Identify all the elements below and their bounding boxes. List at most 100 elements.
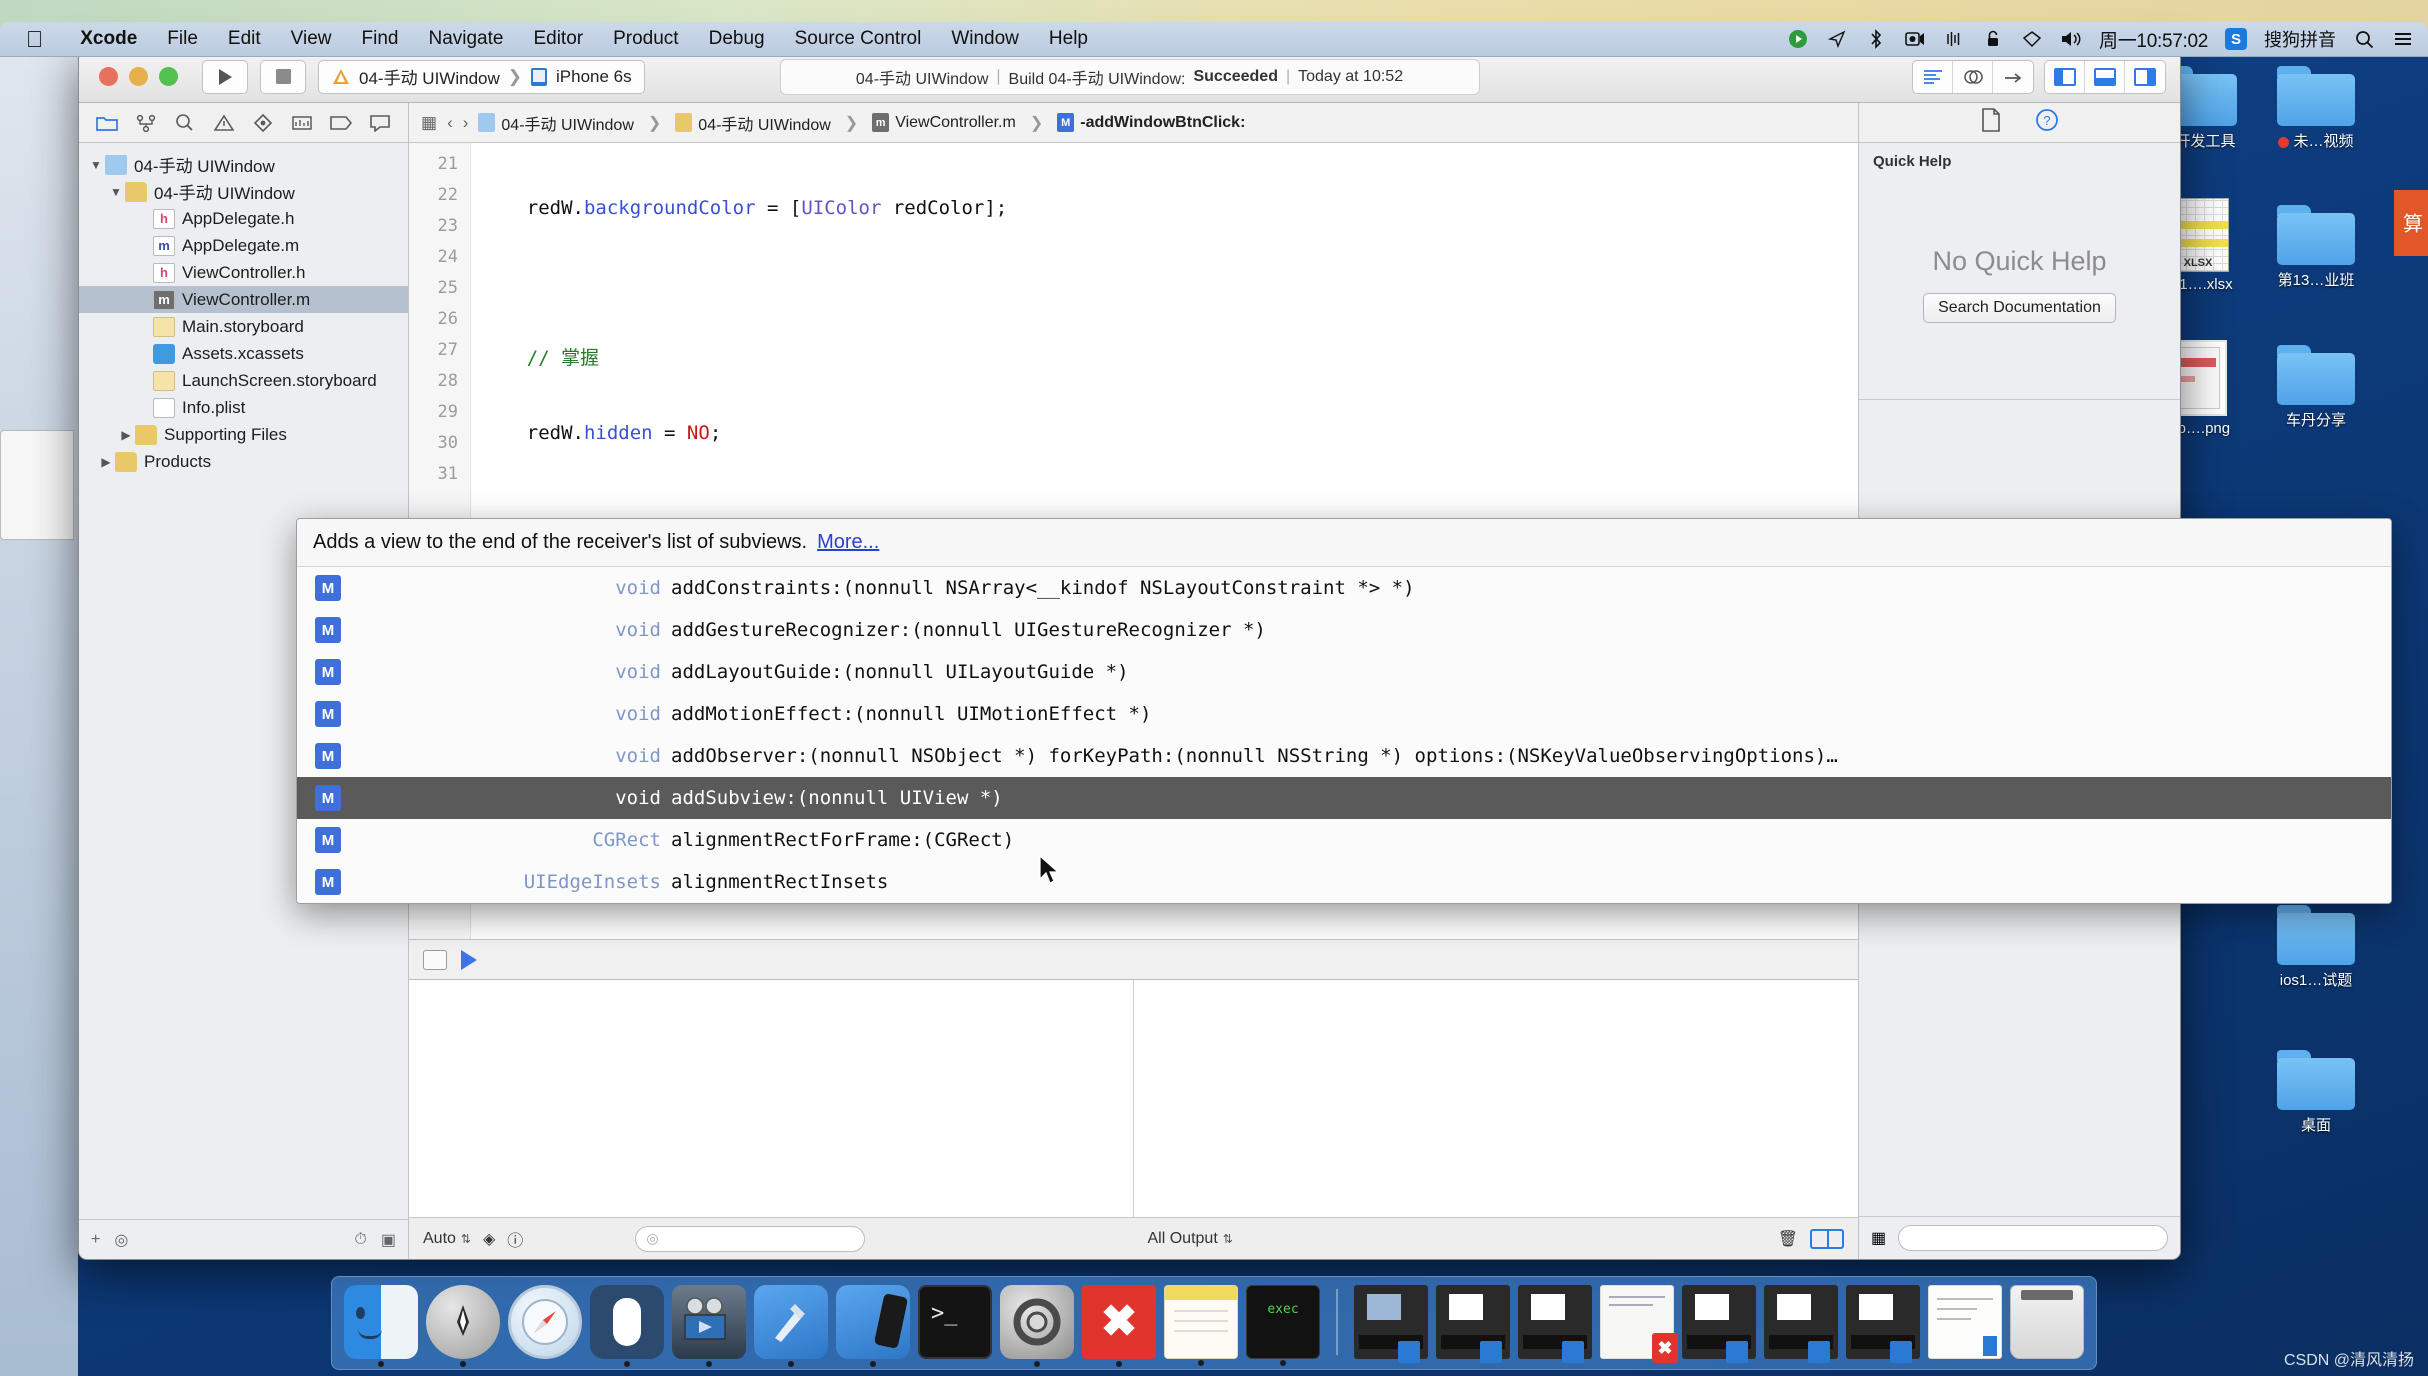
desktop-icon-class13[interactable]: 第13…业班	[2266, 205, 2366, 290]
menu-item-debug[interactable]: Debug	[694, 28, 780, 50]
issue-navigator-tab[interactable]	[211, 111, 237, 135]
quick-help-icon[interactable]: ?	[2035, 108, 2059, 138]
variables-view[interactable]	[409, 980, 1134, 1217]
tree-row[interactable]: LaunchScreen.storyboard	[79, 367, 408, 394]
completion-item[interactable]: M CGRect alignmentRectForFrame:(CGRect)	[297, 819, 2391, 861]
test-navigator-tab[interactable]	[250, 111, 276, 135]
breadcrumb-group[interactable]: 04-手动 UIWindow	[675, 111, 831, 135]
clock-icon[interactable]: ⏱	[354, 1231, 366, 1249]
tree-row[interactable]: Assets.xcassets	[79, 340, 408, 367]
code-completion-popup[interactable]: Adds a view to the end of the receiver's…	[296, 518, 2392, 904]
window-2-icon[interactable]	[1436, 1285, 1510, 1363]
trash-icon[interactable]	[2010, 1285, 2084, 1359]
completion-item-selected[interactable]: M void addSubview:(nonnull UIView *)	[297, 777, 2391, 819]
location-icon[interactable]	[1826, 28, 1848, 50]
completion-item[interactable]: M void addObserver:(nonnull NSObject *) …	[297, 735, 2391, 777]
completion-item[interactable]: M void addMotionEffect:(nonnull UIMotion…	[297, 693, 2391, 735]
assistant-editor-icon[interactable]	[1953, 60, 1993, 93]
disclosure-triangle-icon[interactable]: ▼	[107, 185, 125, 199]
trash-icon[interactable]: 🗑	[1778, 1229, 1798, 1249]
quicktime-icon[interactable]	[672, 1285, 746, 1367]
tree-row[interactable]: Info.plist	[79, 394, 408, 421]
debug-area-toggle-icon[interactable]	[2085, 60, 2125, 93]
close-button[interactable]	[99, 67, 118, 86]
note-doc-icon[interactable]	[1928, 1285, 2002, 1359]
mouse-app-icon[interactable]	[590, 1285, 664, 1367]
breadcrumb-method[interactable]: -addWindowBtnClick:	[1057, 113, 1245, 132]
tree-row[interactable]: Main.storyboard	[79, 313, 408, 340]
terminal-icon[interactable]: >_	[918, 1285, 992, 1359]
desktop-icon-desktop[interactable]: 桌面	[2266, 1050, 2366, 1135]
tree-row[interactable]: ▶ Products	[79, 448, 408, 475]
menu-item-help[interactable]: Help	[1034, 28, 1103, 50]
volume-icon[interactable]	[2060, 28, 2082, 50]
source-icon[interactable]: ▣	[381, 1230, 396, 1250]
menu-item-navigate[interactable]: Navigate	[413, 28, 518, 50]
flag-icon[interactable]	[461, 949, 477, 970]
exec-icon[interactable]: exec	[1246, 1285, 1320, 1366]
tree-row[interactable]: ▶ Supporting Files	[79, 421, 408, 448]
menu-item-find[interactable]: Find	[347, 28, 414, 50]
menu-item-editor[interactable]: Editor	[518, 28, 598, 50]
maximize-button[interactable]	[159, 67, 178, 86]
window-5-icon[interactable]	[1764, 1285, 1838, 1363]
safari-icon[interactable]	[508, 1285, 582, 1359]
run-button[interactable]	[202, 59, 248, 94]
record-icon[interactable]	[1787, 28, 1809, 50]
more-link[interactable]: More...	[817, 531, 879, 554]
notes-icon[interactable]	[1164, 1285, 1238, 1366]
chevron-right-icon[interactable]: ›	[463, 113, 469, 133]
inspector-toggle-icon[interactable]	[2125, 61, 2165, 93]
report-navigator-tab[interactable]	[367, 111, 393, 135]
scheme-selector[interactable]: 04-手动 UIWindow ❯ iPhone 6s	[318, 59, 645, 94]
tree-row[interactable]: AppDelegate.m	[79, 232, 408, 259]
menu-item-xcode[interactable]: Xcode	[65, 28, 152, 50]
plus-icon[interactable]: +	[91, 1231, 100, 1249]
breakpoint-filter-icon[interactable]	[423, 949, 447, 970]
disclosure-triangle-icon[interactable]: ▶	[97, 455, 115, 469]
bluetooth-icon[interactable]	[1865, 28, 1887, 50]
window-6-icon[interactable]	[1846, 1285, 1920, 1363]
completion-item[interactable]: M void addConstraints:(nonnull NSArray<_…	[297, 567, 2391, 609]
apple-icon[interactable]: 	[26, 27, 43, 51]
window-3-icon[interactable]	[1518, 1285, 1592, 1363]
tree-row[interactable]: AppDelegate.h	[79, 205, 408, 232]
xmind-icon[interactable]: ✖	[1082, 1285, 1156, 1367]
scope-select[interactable]: Auto ⇅	[423, 1230, 471, 1248]
library-filter-input[interactable]	[1898, 1225, 2168, 1251]
search-documentation-button[interactable]: Search Documentation	[1923, 293, 2116, 323]
library-grid-icon[interactable]: ▦	[1871, 1228, 1886, 1248]
version-editor-icon[interactable]	[1993, 61, 2033, 93]
screen-record-icon[interactable]	[1904, 28, 1926, 50]
breadcrumb-file[interactable]: ViewController.m	[872, 113, 1016, 132]
find-navigator-tab[interactable]	[172, 111, 198, 135]
stop-button[interactable]	[260, 59, 306, 94]
variables-filter-input[interactable]: ◎	[635, 1225, 866, 1252]
completion-item[interactable]: M void addGestureRecognizer:(nonnull UIG…	[297, 609, 2391, 651]
navigator-toggle-icon[interactable]	[2045, 60, 2085, 93]
standard-editor-icon[interactable]	[1913, 60, 1953, 93]
search-icon[interactable]	[2353, 28, 2375, 50]
window-4-icon[interactable]	[1682, 1285, 1756, 1363]
input-method-label[interactable]: 搜狗拼音	[2264, 26, 2336, 52]
desktop-icon-chedan[interactable]: 车丹分享	[2266, 345, 2366, 430]
finder-icon[interactable]	[344, 1285, 418, 1367]
project-navigator-tab[interactable]	[94, 111, 120, 135]
list-icon[interactable]	[2392, 28, 2414, 50]
menu-item-window[interactable]: Window	[936, 28, 1034, 50]
equalizer-icon[interactable]	[1943, 28, 1965, 50]
window-1-icon[interactable]	[1354, 1285, 1428, 1363]
info-icon[interactable]: ⓘ	[507, 1227, 523, 1251]
split-view-icon[interactable]	[1810, 1228, 1844, 1249]
simulator-icon[interactable]	[836, 1285, 910, 1367]
completion-item[interactable]: M void addLayoutGuide:(nonnull UILayoutG…	[297, 651, 2391, 693]
menu-item-file[interactable]: File	[152, 28, 213, 50]
tree-row[interactable]: ViewController.h	[79, 259, 408, 286]
tree-row[interactable]: ▼ 04-手动 UIWindow	[79, 151, 408, 178]
chevron-left-icon[interactable]: ‹	[447, 113, 453, 133]
desktop-icon-video[interactable]: 未…视频	[2266, 66, 2366, 151]
disclosure-triangle-icon[interactable]: ▶	[117, 428, 135, 442]
tree-row[interactable]: ▼ 04-手动 UIWindow	[79, 178, 408, 205]
breadcrumb-project[interactable]: 04-手动 UIWindow	[478, 111, 634, 135]
console-view[interactable]	[1134, 980, 1858, 1217]
